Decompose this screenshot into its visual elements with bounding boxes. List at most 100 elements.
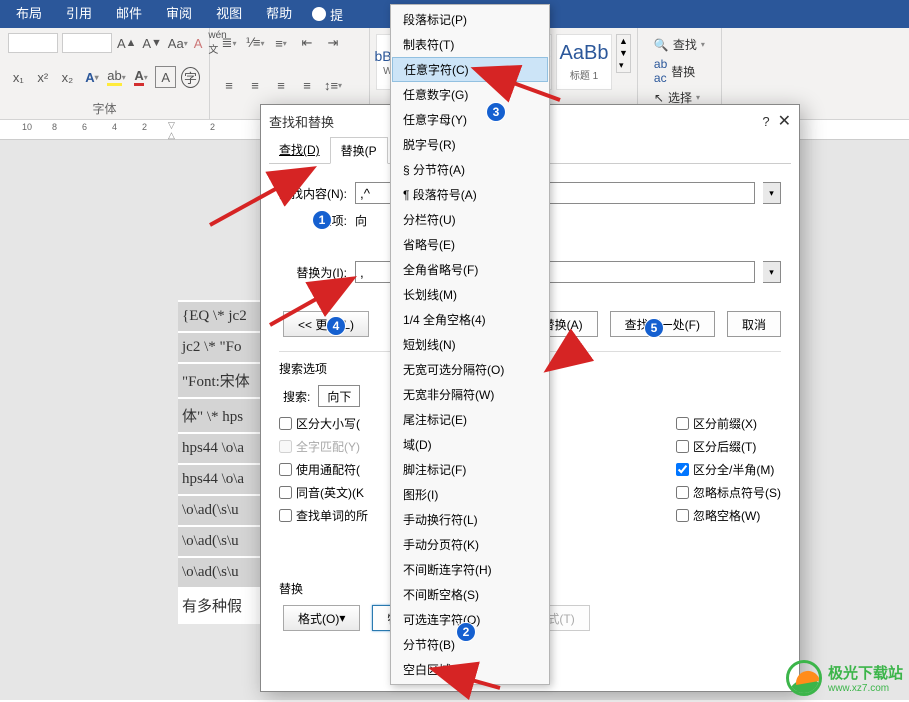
cursor-icon: ↖ xyxy=(654,91,664,105)
font-group-label: 字体 xyxy=(8,100,201,117)
annotation-1: 1 xyxy=(312,210,332,230)
menu-item-field[interactable]: 域(D) xyxy=(391,432,549,457)
menu-item-en-dash[interactable]: 短划线(N) xyxy=(391,332,549,357)
bulb-icon xyxy=(312,7,326,21)
align-right-icon[interactable]: ≡ xyxy=(270,75,292,97)
style-card[interactable]: AaBb标题 1 xyxy=(556,34,612,90)
tab-replace[interactable]: 替换(P xyxy=(330,137,388,164)
search-dir-value[interactable]: 向下 xyxy=(319,388,359,405)
menu-item-any-letter[interactable]: 任意字母(Y) xyxy=(391,107,549,132)
menu-item-nonbreak-hyphen[interactable]: 不间断连字符(H) xyxy=(391,557,549,582)
enclose-char-icon[interactable]: 字 xyxy=(180,66,201,88)
styles-scroll[interactable]: ▲▼▾ xyxy=(616,34,631,73)
change-case-icon[interactable]: Aa▾ xyxy=(167,32,189,54)
tab-help[interactable]: 帮助 xyxy=(254,0,304,28)
decrease-font-icon[interactable]: A▼ xyxy=(141,32,162,54)
tab-mail[interactable]: 邮件 xyxy=(104,0,154,28)
replace-label: 替换为(I): xyxy=(279,264,347,281)
menu-item-any-digit[interactable]: 任意数字(G) xyxy=(391,82,549,107)
clear-format-icon[interactable]: A xyxy=(193,32,204,54)
indent-inc-icon[interactable]: ⇥ xyxy=(322,32,344,54)
close-icon[interactable]: ✕ xyxy=(778,111,791,131)
font-size-box[interactable] xyxy=(62,33,112,53)
menu-item-para-symbol[interactable]: ¶ 段落符号(A) xyxy=(391,182,549,207)
font-color-icon[interactable]: A▾ xyxy=(131,66,152,88)
chk-word-forms[interactable]: 查找单词的所 xyxy=(279,507,368,524)
chk-suffix[interactable]: 区分后缀(T) xyxy=(676,438,781,455)
watermark: 极光下载站 www.xz7.com xyxy=(786,660,903,696)
help-button[interactable]: ? xyxy=(762,114,769,129)
menu-item-endnote-mark[interactable]: 尾注标记(E) xyxy=(391,407,549,432)
menu-item-caret[interactable]: 脱字号(R) xyxy=(391,132,549,157)
search-dir-label: 搜索: xyxy=(283,388,310,405)
chk-prefix[interactable]: 区分前缀(X) xyxy=(676,415,781,432)
watermark-logo-icon xyxy=(786,660,822,696)
options-value: 向 xyxy=(355,212,367,229)
menu-item-any-char[interactable]: 任意字符(C) xyxy=(392,57,548,82)
annotation-2: 2 xyxy=(456,622,476,642)
tab-layout[interactable]: 布局 xyxy=(4,0,54,28)
subscript-icon[interactable]: x₂ xyxy=(57,66,78,88)
replace-icon: abac xyxy=(654,57,667,85)
replace-combo-button[interactable]: ▾ xyxy=(763,261,781,283)
watermark-url: www.xz7.com xyxy=(828,683,903,694)
replace-button[interactable]: abac替换 xyxy=(654,57,705,85)
menu-item-nowidth-nonbreak[interactable]: 无宽非分隔符(W) xyxy=(391,382,549,407)
line-spacing-icon[interactable]: ↕≡▾ xyxy=(322,75,344,97)
chk-match-case[interactable]: 区分大小写( xyxy=(279,415,368,432)
chk-sounds-like[interactable]: 同音(英文)(K xyxy=(279,484,368,501)
indent-dec-icon[interactable]: ⇤ xyxy=(296,32,318,54)
chk-ignore-punct[interactable]: 忽略标点符号(S) xyxy=(676,484,781,501)
watermark-name: 极光下载站 xyxy=(828,665,903,682)
dialog-title-text: 查找和替换 xyxy=(269,112,334,131)
menu-item-paragraph-mark[interactable]: 段落标记(P) xyxy=(391,7,549,32)
tell-me-label: 提 xyxy=(330,5,343,24)
numbering-icon[interactable]: ⅟≡▾ xyxy=(244,32,266,54)
chk-wildcards[interactable]: 使用通配符( xyxy=(279,461,368,478)
menu-item-footnote-mark[interactable]: 脚注标记(F) xyxy=(391,457,549,482)
cancel-button[interactable]: 取消 xyxy=(727,311,781,337)
increase-font-icon[interactable]: A▲ xyxy=(116,32,137,54)
font-group: A▲ A▼ Aa▾ A wén文 x₁ x² x₂ A▾ ab▾ A▾ A 字 … xyxy=(0,28,210,119)
char-shading-icon[interactable]: A xyxy=(155,66,176,88)
menu-item-nowidth-optional[interactable]: 无宽可选分隔符(O) xyxy=(391,357,549,382)
align-center-icon[interactable]: ≡ xyxy=(244,75,266,97)
menu-item-manual-line-break[interactable]: 手动换行符(L) xyxy=(391,507,549,532)
align-justify-icon[interactable]: ≡ xyxy=(296,75,318,97)
search-icon: 🔍 xyxy=(654,38,669,52)
find-button[interactable]: 🔍查找▾ xyxy=(654,36,705,53)
menu-item-em-dash[interactable]: 长划线(M) xyxy=(391,282,549,307)
menu-item-quarter-em[interactable]: 1/4 全角空格(4) xyxy=(391,307,549,332)
format-button[interactable]: 格式(O) ▾ xyxy=(283,605,360,631)
tell-me[interactable]: 提 xyxy=(312,5,343,24)
tab-find[interactable]: 查找(D) xyxy=(269,137,330,163)
chk-ignore-space[interactable]: 忽略空格(W) xyxy=(676,507,781,524)
menu-item-section-char[interactable]: § 分节符(A) xyxy=(391,157,549,182)
tab-review[interactable]: 审阅 xyxy=(154,0,204,28)
superscript-icon[interactable]: x² xyxy=(33,66,54,88)
find-label: 查找内容(N): xyxy=(279,185,347,202)
font-name-box[interactable] xyxy=(8,33,58,53)
menu-item-ellipsis[interactable]: 省略号(E) xyxy=(391,232,549,257)
bullets-icon[interactable]: ≣▾ xyxy=(218,32,240,54)
menu-item-white-space[interactable]: 空白区域(W) xyxy=(391,657,549,682)
annotation-4: 4 xyxy=(326,316,346,336)
chk-full-half[interactable]: 区分全/半角(M) xyxy=(676,461,781,478)
align-left-icon[interactable]: ≡ xyxy=(218,75,240,97)
special-format-menu: 段落标记(P) 制表符(T) 任意字符(C) 任意数字(G) 任意字母(Y) 脱… xyxy=(390,4,550,685)
tab-references[interactable]: 引用 xyxy=(54,0,104,28)
tab-view[interactable]: 视图 xyxy=(204,0,254,28)
menu-item-column-break[interactable]: 分栏符(U) xyxy=(391,207,549,232)
multilevel-icon[interactable]: ≡▾ xyxy=(270,32,292,54)
find-combo-button[interactable]: ▾ xyxy=(763,182,781,204)
highlight-icon[interactable]: ab▾ xyxy=(106,66,127,88)
menu-item-full-ellipsis[interactable]: 全角省略号(F) xyxy=(391,257,549,282)
menu-item-graphic[interactable]: 图形(I) xyxy=(391,482,549,507)
menu-item-tab[interactable]: 制表符(T) xyxy=(391,32,549,57)
text-effects-icon[interactable]: A▾ xyxy=(82,66,103,88)
menu-item-manual-page-break[interactable]: 手动分页符(K) xyxy=(391,532,549,557)
strikethrough-x1-icon[interactable]: x₁ xyxy=(8,66,29,88)
menu-item-nonbreak-space[interactable]: 不间断空格(S) xyxy=(391,582,549,607)
annotation-5: 5 xyxy=(644,318,664,338)
hanging-indent-marker[interactable]: △ xyxy=(168,130,175,141)
